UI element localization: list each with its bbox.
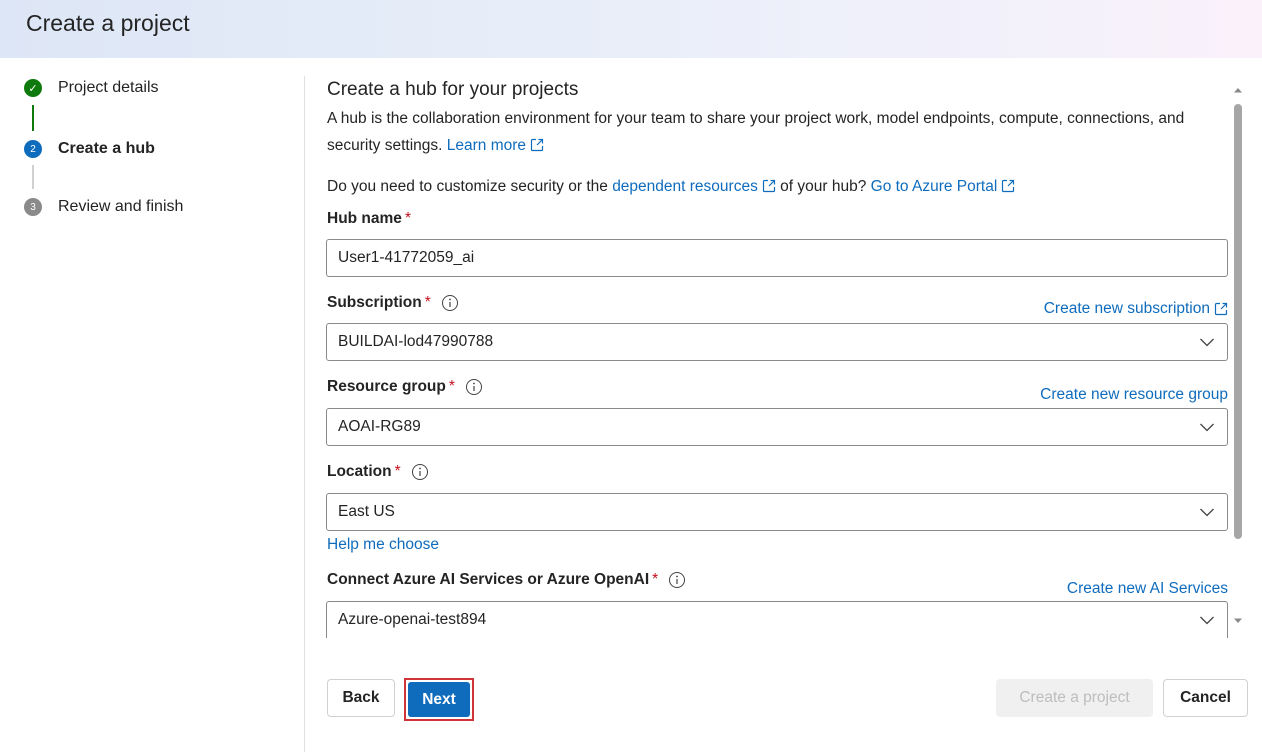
required-marker: * — [394, 463, 401, 480]
resource-group-label-text: Resource group — [327, 378, 446, 395]
info-icon[interactable] — [465, 378, 483, 396]
create-resource-group-label: Create new resource group — [1040, 386, 1228, 403]
subscription-value: BUILDAI-lod47990788 — [338, 333, 494, 350]
chevron-down-icon — [1200, 423, 1214, 432]
location-select[interactable]: East US — [326, 493, 1228, 531]
azure-portal-link[interactable]: Go to Azure Portal — [871, 178, 1016, 195]
next-button[interactable]: Next — [408, 682, 470, 717]
learn-more-label: Learn more — [446, 137, 527, 154]
help-me-choose-link[interactable]: Help me choose — [327, 536, 439, 554]
page-header: Create a project — [0, 0, 1262, 58]
ai-services-select[interactable]: Azure-openai-test894 — [326, 601, 1228, 638]
location-label: Location * — [327, 463, 429, 481]
step-connector — [32, 165, 34, 189]
create-subscription-link[interactable]: Create new subscription — [1044, 300, 1228, 318]
info-icon[interactable] — [411, 463, 429, 481]
customize-text: Do you need to customize security or the… — [327, 178, 1015, 196]
next-button-highlight: Next — [404, 678, 474, 721]
required-marker: * — [424, 294, 431, 311]
hub-name-label-text: Hub name — [327, 210, 402, 227]
external-link-icon — [1002, 179, 1015, 193]
resource-group-select[interactable]: AOAI-RG89 — [326, 408, 1228, 446]
info-icon[interactable] — [441, 294, 459, 312]
location-value: East US — [338, 503, 395, 520]
create-ai-services-link[interactable]: Create new AI Services — [1067, 580, 1228, 598]
ai-services-value: Azure-openai-test894 — [338, 611, 487, 628]
step-number-icon: 2 — [24, 140, 42, 158]
cancel-button[interactable]: Cancel — [1163, 679, 1248, 717]
required-marker: * — [448, 378, 455, 395]
step-label: Project details — [58, 79, 159, 96]
customize-prefix: Do you need to customize security or the — [327, 178, 608, 195]
create-project-button[interactable]: Create a project — [996, 679, 1153, 717]
chevron-down-icon — [1200, 616, 1214, 625]
scrollbar-thumb[interactable] — [1234, 104, 1242, 539]
required-marker: * — [404, 210, 411, 227]
step-connector — [32, 105, 34, 131]
hub-name-value: User1-41772059_ai — [338, 249, 475, 266]
external-link-icon — [1214, 302, 1228, 316]
step-number-icon: 3 — [24, 198, 42, 216]
external-link-icon — [530, 138, 544, 152]
step-create-hub[interactable]: 2 Create a hub — [24, 140, 155, 158]
info-icon[interactable] — [668, 571, 686, 589]
ai-services-label-text: Connect Azure AI Services or Azure OpenA… — [327, 571, 650, 588]
dependent-resources-label: dependent resources — [612, 178, 758, 195]
chevron-down-icon — [1200, 338, 1214, 347]
step-project-details[interactable]: ✓ Project details — [24, 79, 159, 97]
resource-group-label: Resource group * — [327, 378, 483, 396]
create-resource-group-link[interactable]: Create new resource group — [1040, 386, 1228, 404]
dependent-resources-link[interactable]: dependent resources — [612, 178, 776, 195]
subscription-select[interactable]: BUILDAI-lod47990788 — [326, 323, 1228, 361]
customize-middle: of your hub? — [780, 178, 867, 195]
panel-divider — [304, 76, 305, 752]
subscription-label: Subscription * — [327, 294, 459, 312]
create-ai-services-label: Create new AI Services — [1066, 580, 1228, 597]
back-button[interactable]: Back — [327, 679, 395, 717]
ai-services-label: Connect Azure AI Services or Azure OpenA… — [327, 571, 686, 589]
section-title: Create a hub for your projects — [327, 79, 579, 100]
scroll-up-arrow-icon[interactable] — [1233, 86, 1243, 94]
create-subscription-label: Create new subscription — [1043, 300, 1210, 317]
step-review-finish[interactable]: 3 Review and finish — [24, 198, 183, 216]
section-description: A hub is the collaboration environment f… — [327, 105, 1227, 159]
learn-more-link[interactable]: Learn more — [447, 137, 544, 154]
resource-group-value: AOAI-RG89 — [338, 418, 421, 435]
step-label: Review and finish — [58, 198, 184, 215]
page-title: Create a project — [26, 10, 190, 36]
chevron-down-icon — [1200, 508, 1214, 517]
external-link-icon — [762, 179, 775, 193]
required-marker: * — [652, 571, 659, 588]
location-label-text: Location — [327, 463, 392, 480]
azure-portal-label: Go to Azure Portal — [870, 178, 998, 195]
subscription-label-text: Subscription — [327, 294, 422, 311]
scroll-down-arrow-icon[interactable] — [1233, 617, 1243, 625]
step-label: Create a hub — [58, 140, 155, 157]
hub-name-input[interactable]: User1-41772059_ai — [326, 239, 1228, 277]
checkmark-icon: ✓ — [24, 79, 42, 97]
hub-name-label: Hub name * — [327, 210, 411, 228]
